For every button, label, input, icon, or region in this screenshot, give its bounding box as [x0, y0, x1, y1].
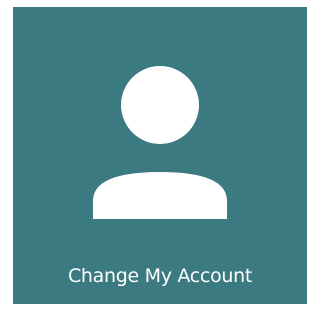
- change-my-account-tile[interactable]: Change My Account: [13, 7, 307, 304]
- tile-label: Change My Account: [67, 265, 253, 287]
- user-avatar-icon: [93, 66, 227, 219]
- avatar-body: [93, 172, 227, 219]
- avatar-head: [121, 66, 199, 144]
